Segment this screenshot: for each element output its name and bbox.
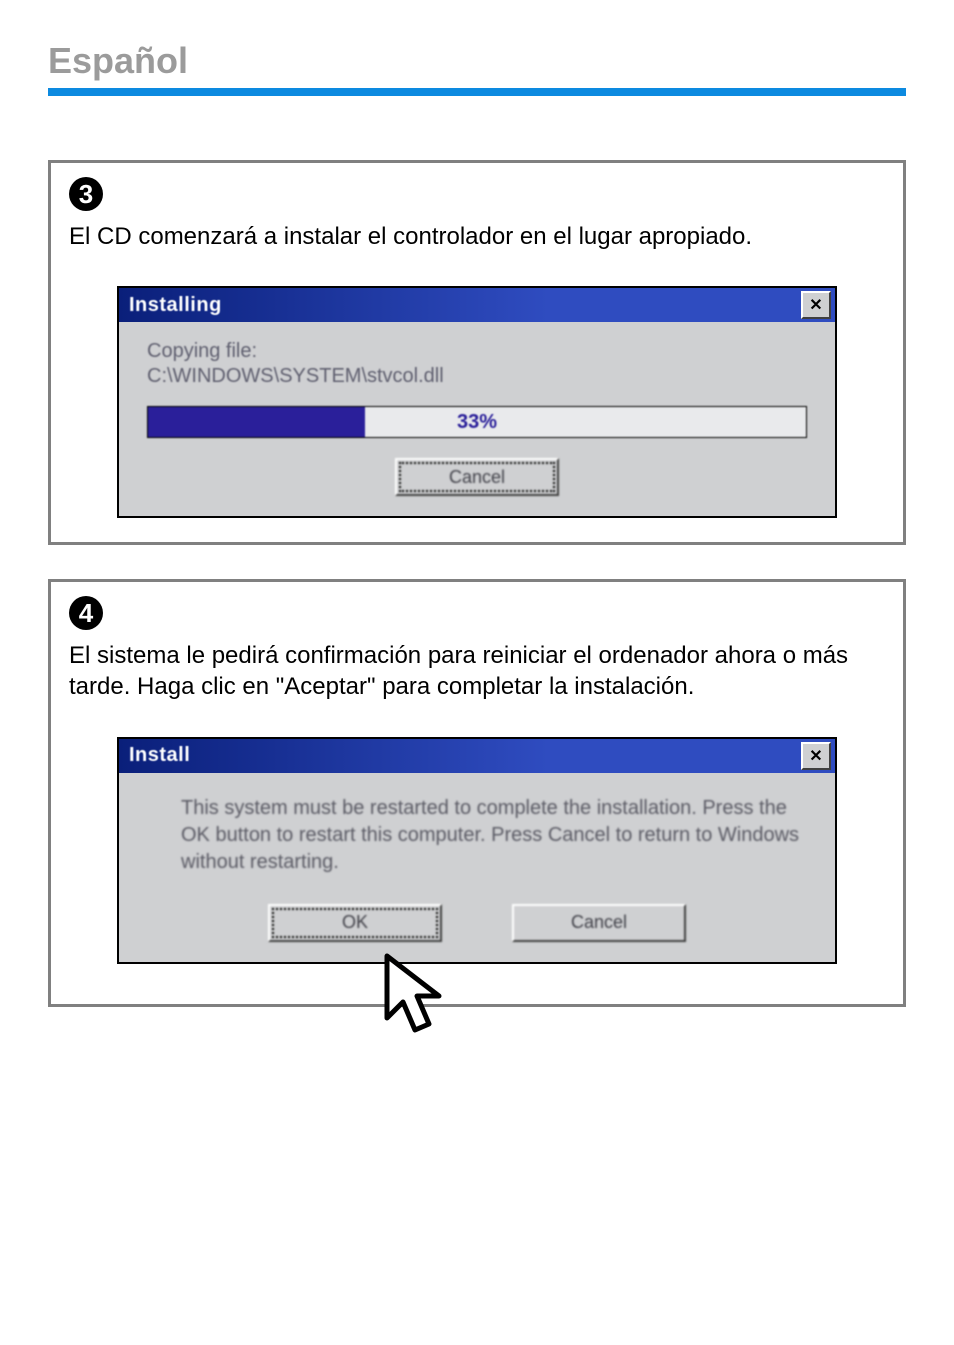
step-3-badge: 3 bbox=[69, 177, 103, 211]
install-dialog-title: Install bbox=[129, 744, 190, 767]
cursor-icon bbox=[379, 952, 469, 1052]
step-4-instruction: El sistema le pedirá confirmación para r… bbox=[69, 640, 885, 702]
copying-path: C:\WINDOWS\SYSTEM\stvcol.dll bbox=[147, 365, 807, 388]
progress-percent-label: 33% bbox=[457, 411, 497, 434]
progress-fill bbox=[148, 407, 365, 437]
document-page: Español 3 El CD comenzará a instalar el … bbox=[0, 0, 954, 1101]
step-3-instruction: El CD comenzará a instalar el controlado… bbox=[69, 221, 885, 252]
close-icon[interactable]: ✕ bbox=[801, 291, 831, 319]
step-4-box: 4 El sistema le pedirá confirmación para… bbox=[48, 579, 906, 1006]
install-dialog-titlebar: Install ✕ bbox=[119, 739, 835, 773]
install-dialog: Install ✕ This system must be restarted … bbox=[117, 737, 837, 964]
step-4-badge: 4 bbox=[69, 596, 103, 630]
title-divider bbox=[48, 88, 906, 96]
install-dialog-body: This system must be restarted to complet… bbox=[119, 773, 835, 962]
ok-button[interactable]: OK bbox=[268, 904, 442, 942]
installing-dialog-body: Copying file: C:\WINDOWS\SYSTEM\stvcol.d… bbox=[119, 322, 835, 516]
installing-dialog: Installing ✕ Copying file: C:\WINDOWS\SY… bbox=[117, 286, 837, 518]
cancel-button[interactable]: Cancel bbox=[395, 458, 559, 496]
installing-dialog-titlebar: Installing ✕ bbox=[119, 288, 835, 322]
page-title: Español bbox=[48, 40, 906, 82]
step-3-box: 3 El CD comenzará a instalar el controla… bbox=[48, 160, 906, 545]
cancel-button[interactable]: Cancel bbox=[512, 904, 686, 942]
progress-bar: 33% bbox=[147, 406, 807, 438]
copying-label: Copying file: bbox=[147, 340, 807, 363]
close-icon[interactable]: ✕ bbox=[801, 742, 831, 770]
installing-dialog-title: Installing bbox=[129, 294, 222, 317]
install-dialog-message: This system must be restarted to complet… bbox=[181, 795, 807, 876]
